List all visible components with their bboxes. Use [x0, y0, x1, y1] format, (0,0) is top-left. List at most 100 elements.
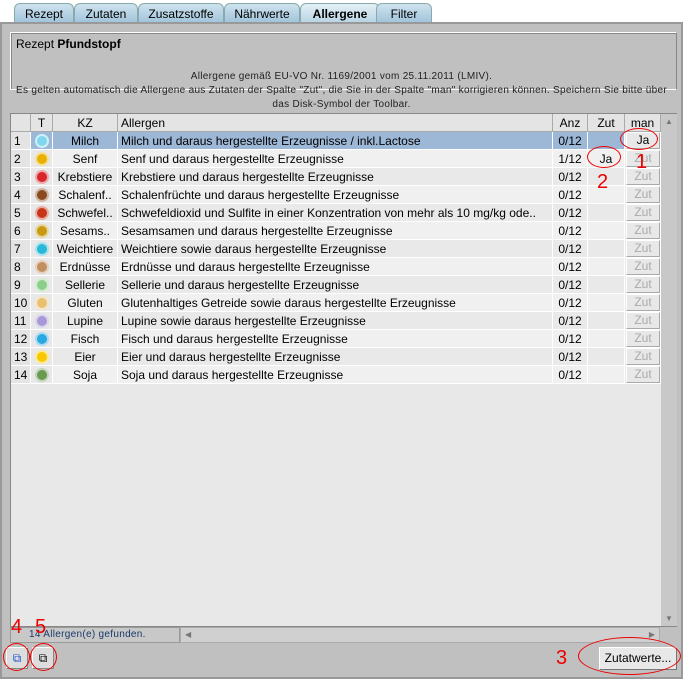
- scroll-down-icon[interactable]: ▼: [661, 614, 677, 623]
- row-index: 8: [11, 258, 31, 276]
- man-cell: Zut: [625, 348, 661, 366]
- allergen-cell: Soja und daraus hergestellte Erzeugnisse: [118, 366, 553, 384]
- table-row[interactable]: 1 Milch Milch und daraus hergestellte Erze…: [11, 132, 661, 150]
- zut-cell: [588, 240, 625, 258]
- table-row[interactable]: 8 Erdnüsse Erdnüsse und daraus hergestellt…: [11, 258, 661, 276]
- allergen-krebstiere-icon: [35, 170, 49, 184]
- man-toggle-button[interactable]: Zut: [626, 204, 660, 221]
- col-header-zut[interactable]: Zut: [588, 114, 625, 132]
- table-row[interactable]: 13 Eier Eier und daraus hergestellte Erzeu…: [11, 348, 661, 366]
- allergen-type-cell: [31, 312, 53, 330]
- row-index: 11: [11, 312, 31, 330]
- col-header-anz[interactable]: Anz: [553, 114, 588, 132]
- table-row[interactable]: 7 Weichtiere Weichtiere sowie daraus herge…: [11, 240, 661, 258]
- table-row[interactable]: 10 Gluten Glutenhaltiges Getreide sowie da…: [11, 294, 661, 312]
- kz-cell: Krebstiere: [53, 168, 118, 186]
- anz-cell: 0/12: [553, 186, 588, 204]
- man-cell: Zut: [625, 186, 661, 204]
- man-cell: Zut: [625, 258, 661, 276]
- col-header-t[interactable]: T: [31, 114, 53, 132]
- allergen-sesams-icon: [35, 224, 49, 238]
- allergen-cell: Lupine sowie daraus hergestellte Erzeugn…: [118, 312, 553, 330]
- man-toggle-button[interactable]: Zut: [626, 348, 660, 365]
- man-toggle-button[interactable]: Zut: [626, 366, 660, 383]
- row-index: 12: [11, 330, 31, 348]
- allergen-type-cell: [31, 294, 53, 312]
- tab-rezept[interactable]: Rezept: [14, 3, 74, 23]
- table-row[interactable]: 4 Schalenf.. Schalenfrüchte und daraus her…: [11, 186, 661, 204]
- allergen-type-cell: [31, 204, 53, 222]
- man-toggle-button[interactable]: Zut: [626, 330, 660, 347]
- allergen-milch-icon: [35, 134, 49, 148]
- kz-cell: Weichtiere: [53, 240, 118, 258]
- table-row[interactable]: 11 Lupine Lupine sowie daraus hergestellte…: [11, 312, 661, 330]
- row-index: 4: [11, 186, 31, 204]
- vertical-scrollbar[interactable]: ▲ ▼: [661, 114, 677, 626]
- table-row[interactable]: 14 Soja Soja und daraus hergestellte Erzeu…: [11, 366, 661, 384]
- kz-cell: Soja: [53, 366, 118, 384]
- scroll-up-icon[interactable]: ▲: [661, 117, 677, 126]
- allergen-cell: Erdnüsse und daraus hergestellte Erzeugn…: [118, 258, 553, 276]
- table-row[interactable]: 6 Sesams.. Sesamsamen und daraus hergestel…: [11, 222, 661, 240]
- zut-cell: [588, 348, 625, 366]
- man-toggle-button[interactable]: Zut: [626, 312, 660, 329]
- col-header-allergen[interactable]: Allergen: [118, 114, 553, 132]
- man-toggle-button[interactable]: Zut: [626, 276, 660, 293]
- allergen-fisch-icon: [35, 332, 49, 346]
- row-index: 7: [11, 240, 31, 258]
- zut-cell: [588, 258, 625, 276]
- allergen-gluten-icon: [35, 296, 49, 310]
- annotation-3: 3: [556, 647, 568, 669]
- man-cell: Zut: [625, 276, 661, 294]
- table-row[interactable]: 5 Schwefel.. Schwefeldioxid und Sulfite in…: [11, 204, 661, 222]
- man-toggle-button[interactable]: Zut: [626, 222, 660, 239]
- man-toggle-button[interactable]: Zut: [626, 294, 660, 311]
- man-cell: Zut: [625, 204, 661, 222]
- annotation-oval-1: [620, 128, 658, 150]
- annotation-2: 2: [597, 171, 609, 193]
- tab-filter[interactable]: Filter: [376, 3, 432, 23]
- anz-cell: 0/12: [553, 366, 588, 384]
- allergen-cell: Krebstiere und daraus hergestellte Erzeu…: [118, 168, 553, 186]
- col-header-index[interactable]: [11, 114, 31, 132]
- row-index: 14: [11, 366, 31, 384]
- allergen-type-cell: [31, 348, 53, 366]
- zut-cell: [588, 294, 625, 312]
- scroll-left-icon[interactable]: ◀: [185, 628, 191, 642]
- tab-nhrwerte[interactable]: Nährwerte: [224, 3, 300, 23]
- anz-cell: 0/12: [553, 330, 588, 348]
- info-line-3: das Disk-Symbol der Toolbar.: [272, 99, 411, 110]
- row-index: 9: [11, 276, 31, 294]
- table-row[interactable]: 3 Krebstiere Krebstiere und daraus hergest…: [11, 168, 661, 186]
- tab-zutaten[interactable]: Zutaten: [74, 3, 138, 23]
- man-toggle-button[interactable]: Zut: [626, 258, 660, 275]
- anz-cell: 0/12: [553, 168, 588, 186]
- allergen-erdnsse-icon: [35, 260, 49, 274]
- allergen-type-cell: [31, 150, 53, 168]
- table-row[interactable]: 9 Sellerie Sellerie und daraus hergestellt…: [11, 276, 661, 294]
- zut-cell: [588, 312, 625, 330]
- man-toggle-button[interactable]: Zut: [626, 186, 660, 203]
- row-index: 13: [11, 348, 31, 366]
- annotation-oval-4: [3, 643, 30, 671]
- anz-cell: 0/12: [553, 132, 588, 150]
- tab-allergene[interactable]: Allergene: [300, 3, 380, 23]
- allergen-cell: Weichtiere sowie daraus hergestellte Erz…: [118, 240, 553, 258]
- kz-cell: Sellerie: [53, 276, 118, 294]
- allergen-schalenf-icon: [35, 188, 49, 202]
- allergene-panel: Rezept Pfundstopf Allergene gemäß EU-VO …: [0, 22, 683, 679]
- allergen-cell: Schwefeldioxid und Sulfite in einer Konz…: [118, 204, 553, 222]
- table-row[interactable]: 2 Senf Senf und daraus hergestellte Erzeug…: [11, 150, 661, 168]
- man-cell: Zut: [625, 240, 661, 258]
- col-header-kz[interactable]: KZ: [53, 114, 118, 132]
- kz-cell: Schwefel..: [53, 204, 118, 222]
- tab-zusatzstoffe[interactable]: Zusatzstoffe: [138, 3, 224, 23]
- anz-cell: 0/12: [553, 258, 588, 276]
- man-toggle-button[interactable]: Zut: [626, 240, 660, 257]
- allergen-cell: Schalenfrüchte und daraus hergestellte E…: [118, 186, 553, 204]
- horizontal-scrollbar[interactable]: ◀ ▶: [180, 627, 660, 643]
- man-cell: Zut: [625, 294, 661, 312]
- allergen-table: T KZ Allergen Anz Zut man ▲ ▼ 1 Milch Milc…: [10, 113, 677, 627]
- zut-cell: [588, 204, 625, 222]
- table-row[interactable]: 12 Fisch Fisch und daraus hergestellte Erz…: [11, 330, 661, 348]
